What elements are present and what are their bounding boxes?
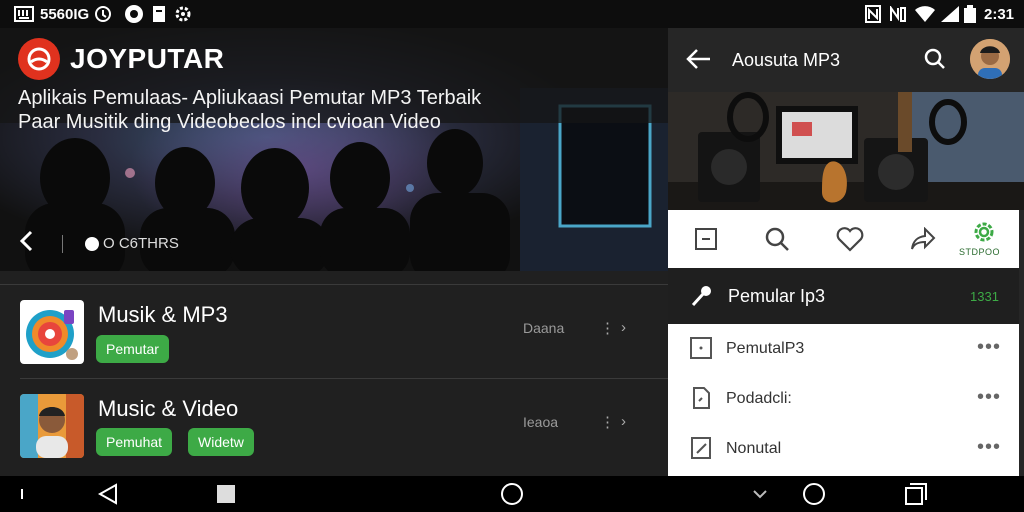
music-app-icon [20,300,84,364]
podcast-icon [690,387,714,411]
stop-icon[interactable] [214,482,238,506]
home-icon[interactable] [500,482,524,506]
tag-chip[interactable]: Pemutar [96,335,169,363]
detail-toolbar: Aousuta MP3 [668,28,1024,92]
nfc-icon [865,4,881,24]
battery-icon [964,4,976,24]
microphone-icon [690,284,714,313]
brand: JOYPUTAR [18,38,224,80]
app-row[interactable]: Music & Video Pemuhat Widetw Ieaoa ⋮ › [0,386,668,470]
detail-title: Aousuta MP3 [732,50,841,70]
more-icon[interactable]: ••• [977,436,1001,459]
status-bar: 5560IG 2:31 [0,0,1024,28]
clipboard-icon [152,4,166,24]
section-header: Pemular Ip3 1331 [668,268,1019,324]
search-icon[interactable] [924,48,946,75]
section-count: 1331 [970,289,999,304]
search-icon[interactable] [761,223,793,255]
hero-banner[interactable]: JOYPUTAR Aplikais Pemulaas- Apliukaasi P… [0,28,668,271]
action-bar: STDPOO [668,210,1019,268]
wifi-icon [914,4,936,24]
gear-icon [174,4,192,24]
play-indicator-icon [85,236,99,251]
list-item[interactable]: PemutalP3 ••• [668,324,1019,374]
keyboard-switch-icon[interactable] [10,482,34,506]
app-row[interactable]: Musik & MP3 Pemutar Daana ⋮ › [0,292,668,376]
headline-line-1: Aplikais Pemulaas- Apliukaasi Pemutar MP… [18,87,482,109]
location-icon [124,4,144,24]
studio-image [668,92,1024,210]
back-icon[interactable] [96,482,120,506]
more-icon[interactable]: ⋮ [600,319,615,337]
list-item-label: Podadcli: [726,390,792,407]
settings-label: STDPOO [959,247,1001,257]
list-item-label: Nonutal [726,440,782,457]
track-list: PemutalP3 ••• Podadcli: ••• Nonutal ••• [668,324,1019,476]
recents-icon[interactable] [904,482,928,506]
more-icon[interactable]: ⋮ [600,413,615,431]
more-icon[interactable]: ••• [977,386,1001,409]
tag-chip[interactable]: Widetw [188,428,254,456]
section-title: Pemular Ip3 [728,286,826,306]
more-icon[interactable]: ••• [977,336,1001,359]
chevron-right-icon[interactable]: › [621,413,626,430]
heart-icon[interactable] [834,223,866,255]
divider [0,284,668,285]
app-meta: Ieaoa [523,414,559,430]
separator [62,234,63,253]
chevron-down-icon[interactable] [748,482,772,506]
detail-panel: Aousuta MP3 STDPOO Pemular Ip3 1331 Pemu… [668,28,1024,476]
list-item-label: PemutalP3 [726,340,805,357]
chevron-right-icon[interactable]: › [621,319,626,336]
list-item[interactable]: Podadcli: ••• [668,374,1019,424]
headline-line-2: Paar Musitik ding Videobeclos incl cvioa… [18,111,441,133]
avatar[interactable] [970,39,1010,79]
tag-chip[interactable]: Pemuhat [96,428,173,456]
app-thumbnail [20,394,84,458]
track-icon [690,337,714,361]
clock: 2:31 [984,5,1015,23]
brand-logo-icon [18,38,60,80]
app-title: Music & Video [98,396,239,421]
list-item[interactable]: Nonutal ••• [668,424,1019,474]
signal-icon [940,4,960,24]
hero-label: O C6THRS [103,235,179,252]
keyboard-icon [14,4,34,24]
hero-controls: O C6THRS [18,230,179,257]
status-left-text: 5560IG [40,5,90,23]
back-arrow-icon[interactable] [686,48,712,75]
menu-icon[interactable] [690,223,722,255]
headline: Aplikais Pemulaas- Apliukaasi Pemutar MP… [18,86,618,134]
settings-icon[interactable] [968,216,1000,248]
app-title: Musik & MP3 [98,302,228,327]
chevron-left-icon[interactable] [18,230,36,257]
sync-icon [94,4,112,24]
app-meta: Daana [523,320,565,336]
home-icon[interactable] [802,482,826,506]
vibrate-icon [889,4,907,24]
share-icon[interactable] [907,223,939,255]
divider [20,378,668,379]
navigation-bar [0,476,1024,512]
note-icon [690,437,714,461]
main-panel: JOYPUTAR Aplikais Pemulaas- Apliukaasi P… [0,28,668,476]
brand-name: JOYPUTAR [70,43,225,74]
